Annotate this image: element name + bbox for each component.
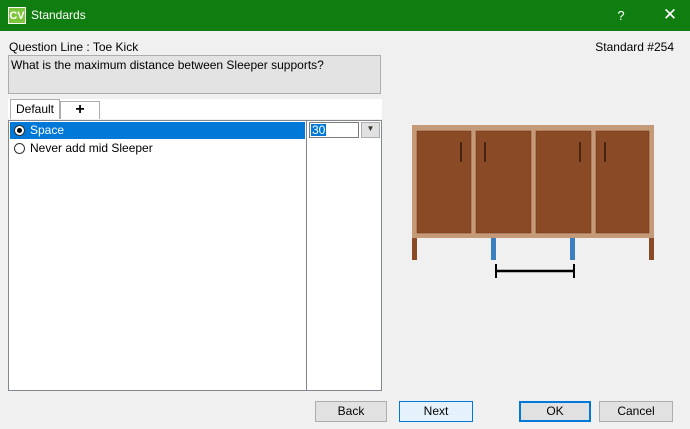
space-value: 30 [311,123,327,137]
window-title: Standards [31,8,86,22]
ok-button[interactable]: OK [519,401,591,422]
tab-default[interactable]: Default [10,99,60,119]
end-leg [649,238,654,260]
column-divider [306,121,307,390]
close-button[interactable]: ✕ [650,0,690,31]
end-leg [412,238,417,260]
value-dropdown-button[interactable]: ▼ [361,122,380,138]
sleeper-support [491,238,496,260]
radio-selected-icon[interactable] [14,125,25,136]
sleeper-diagram [412,125,654,278]
next-button[interactable]: Next [399,401,473,422]
space-value-field[interactable]: 30 [309,122,359,138]
options-list: Space Never add mid Sleeper 30 ▼ [8,120,382,391]
standard-number: Standard #254 [595,40,674,54]
question-line-label: Question Line : Toe Kick [9,40,139,54]
radio-icon[interactable] [14,143,25,154]
chevron-down-icon: ▼ [366,124,375,133]
help-button[interactable]: ? [606,0,636,31]
option-space[interactable]: Space [10,122,305,139]
tab-strip: Default + [8,99,382,119]
cabinet-door [595,130,650,234]
sleeper-support [570,238,575,260]
option-label: Space [30,123,65,137]
option-label: Never add mid Sleeper [30,141,153,155]
cabinet-door [416,130,472,234]
option-never-add-mid-sleeper[interactable]: Never add mid Sleeper [10,140,305,157]
cabinet-door [535,130,592,234]
title-bar: CV Standards ? ✕ [0,0,690,31]
plus-icon: + [75,101,85,118]
cancel-button[interactable]: Cancel [599,401,673,422]
question-text: What is the maximum distance between Sle… [8,55,381,94]
cabinet-door [475,130,532,234]
back-button[interactable]: Back [315,401,387,422]
app-icon: CV [8,7,26,24]
add-tab-button[interactable]: + [60,101,100,119]
